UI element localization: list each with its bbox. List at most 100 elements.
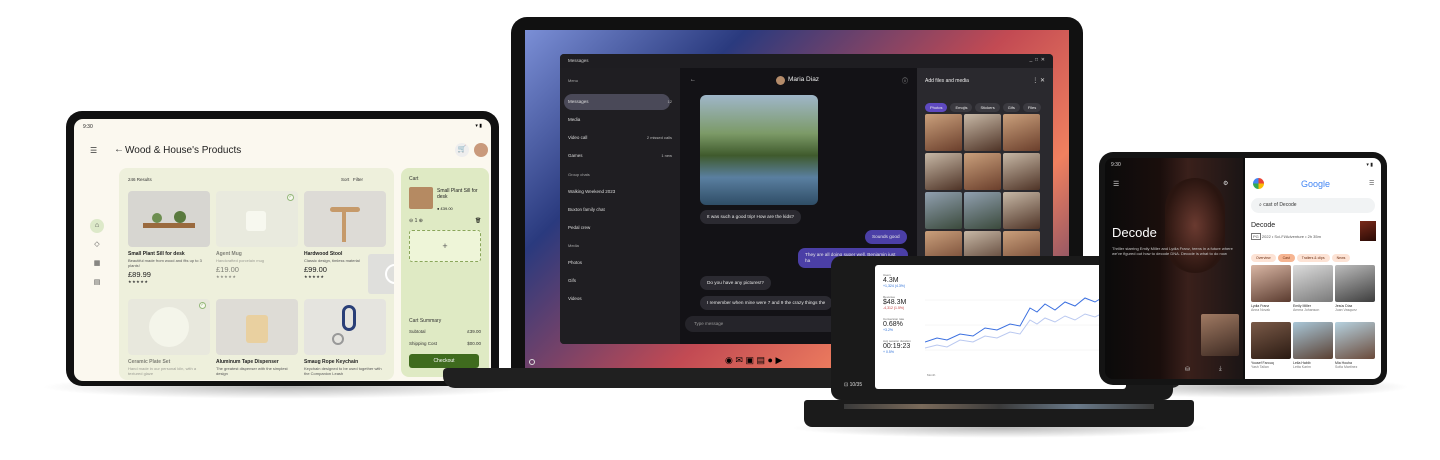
avatar[interactable] [474, 143, 488, 157]
media-item[interactable]: Photos [568, 260, 582, 265]
sort-button[interactable]: Sort [341, 177, 349, 182]
cast-photo[interactable] [1335, 322, 1375, 359]
tab-files[interactable]: Files [1022, 103, 1042, 112]
product-image: ✓ [216, 191, 298, 247]
checkout-button[interactable]: Checkout [409, 354, 479, 368]
tab-photos[interactable]: Photos [925, 103, 948, 112]
cast-photo[interactable] [1293, 322, 1333, 359]
download-icon[interactable]: ⤓ [1219, 366, 1222, 373]
media-item[interactable]: Videos [568, 296, 582, 301]
photo-thumbnail[interactable] [1003, 192, 1040, 229]
nav-video-call[interactable]: Video call [568, 135, 587, 140]
photo-thumbnail[interactable] [964, 114, 1001, 151]
search-panel: ▾ ▮ Google ☰ ⌕ cast of Decode Decode PG … [1245, 158, 1381, 379]
tab-overview[interactable]: Overview [1251, 254, 1276, 262]
photo-thumbnail[interactable] [925, 192, 962, 229]
panel-title: Add files and media [925, 78, 969, 84]
media-item[interactable]: Gifs [568, 278, 576, 283]
photo-thumbnail[interactable] [925, 153, 962, 190]
photo-thumbnail[interactable] [925, 114, 962, 151]
product-desc: Beautiful made from wood and fits up to … [128, 258, 202, 268]
nav-games[interactable]: Games [568, 153, 583, 158]
subtotal-row: Subtotal £39.00 [409, 329, 481, 334]
close-icon[interactable]: ⋮ ✕ [1032, 77, 1045, 84]
messages-icon[interactable]: ● [768, 355, 773, 365]
trash-icon[interactable]: 🗑 [475, 218, 481, 224]
cart-panel: Cart Small Plant Sill for desk ● £39.00 … [401, 168, 489, 377]
product-image [304, 299, 386, 355]
cart-icon[interactable]: 🛒 [455, 143, 469, 157]
result-meta: PG 2022 • Sci-Fi/Adventure • 2h 35m [1251, 233, 1321, 240]
product-card[interactable]: Small Plant Sill for desk Beautiful made… [128, 191, 210, 284]
product-card[interactable]: Aluminum Tape Dispenser The greatest dis… [216, 299, 298, 376]
stat-session: Avg session duration 00:19:23 + 0.5% [883, 339, 911, 354]
nav-media[interactable]: Media [568, 117, 580, 122]
shared-photo[interactable] [700, 95, 818, 205]
group-chat-item[interactable]: Walking Weekend 2023 [568, 189, 615, 194]
photo-thumbnail[interactable] [1003, 153, 1040, 190]
info-icon[interactable]: ⓘ [902, 76, 908, 85]
launcher-icon[interactable] [529, 359, 535, 365]
status-time: 9:30 [1111, 162, 1121, 168]
tab-trailers[interactable]: Trailers & clips [1296, 254, 1330, 262]
quantity-stepper[interactable]: ⊖ 1 ⊕ [409, 218, 423, 224]
product-image [128, 191, 210, 247]
thumbnail[interactable] [1201, 314, 1239, 356]
contact-name: Maria Diaz [788, 76, 820, 83]
sort-filter[interactable]: Sort Filter [341, 177, 363, 182]
back-arrow-icon[interactable]: ← [114, 144, 124, 155]
tablet-left: 9:30 ▾ ▮ ☰ ← Wood & House's Products 🛒 ⌂… [66, 111, 499, 386]
photo-thumbnail[interactable] [1003, 114, 1040, 151]
tune-icon[interactable]: ⚙ [1223, 180, 1228, 187]
product-card[interactable]: Smaug Rope Keychain Keychain designed to… [304, 299, 386, 376]
group-chat-item[interactable]: Pedal crew [568, 225, 590, 230]
product-name: Smaug Rope Keychain [304, 359, 359, 365]
drag-preview[interactable] [368, 254, 394, 294]
cast-name: Yousef Farouq Yash Tailan [1251, 361, 1274, 369]
subtotal-label: Subtotal [409, 329, 426, 334]
tab-news[interactable]: News [1331, 254, 1351, 262]
tab-stickers[interactable]: Stickers [975, 103, 1000, 112]
cart-title: Cart [409, 176, 419, 182]
product-rating: ★★★★★ [128, 279, 149, 284]
window-controls[interactable]: _ □ ✕ [1029, 57, 1045, 63]
window-titlebar: Messages _ □ ✕ [560, 54, 1053, 68]
cast-name: Lydia Franz Anna Novak [1251, 304, 1270, 312]
home-icon[interactable]: ⌂ [90, 219, 104, 233]
filter-button[interactable]: Filter [353, 177, 363, 182]
receipt-icon[interactable]: ▤ [90, 276, 104, 290]
product-name: Small Plant Sill for desk [128, 251, 185, 257]
tab-gifs[interactable]: Gifs [1002, 103, 1020, 112]
menu-icon[interactable]: ☰ [1113, 180, 1119, 188]
photo-thumbnail[interactable] [964, 192, 1001, 229]
apps-icon[interactable]: ☰ [1369, 180, 1374, 187]
product-card[interactable]: ✓ Agent Mug Handcrafted porcelain mug £1… [216, 191, 298, 279]
back-arrow-icon[interactable]: ← [690, 77, 696, 83]
search-input[interactable]: ⌕ cast of Decode [1251, 198, 1375, 213]
analytics-screen: Users 4.3M +1,324 (4.3%) Revenue $48.3M … [875, 265, 1126, 389]
stat-value: $48.3M [883, 299, 907, 306]
bag-icon[interactable]: ⛁ [1185, 366, 1190, 373]
nav-messages[interactable]: Messages [568, 99, 589, 104]
cast-photo[interactable] [1335, 265, 1375, 302]
product-card[interactable]: ✓ Ceramic Plate Set Hand made in our per… [128, 299, 210, 376]
calendar-icon[interactable]: ▦ [90, 257, 104, 271]
series-line [925, 295, 1106, 343]
cast-photo[interactable] [1251, 322, 1291, 359]
tab-emojis[interactable]: Emojis [950, 103, 973, 112]
menu-icon[interactable]: ☰ [90, 146, 97, 155]
tab-cast[interactable]: Cast [1277, 254, 1295, 262]
tag-icon[interactable]: ◇ [90, 238, 104, 252]
meet-icon[interactable]: ▣ [745, 355, 754, 365]
photo-thumbnail[interactable] [964, 153, 1001, 190]
group-chat-item[interactable]: Buxton family chat [568, 207, 605, 212]
files-icon[interactable]: ▤ [756, 355, 765, 365]
cast-photo[interactable] [1251, 265, 1291, 302]
cast-photo[interactable] [1293, 265, 1333, 302]
stat-delta: +1,324 (4.3%) [883, 284, 906, 288]
play-icon[interactable]: ▶ [775, 355, 782, 365]
add-item-drop-zone[interactable]: + [409, 230, 481, 262]
gmail-icon[interactable]: ✉ [735, 355, 743, 365]
line-chart [925, 295, 1110, 351]
chrome-icon[interactable]: ◉ [725, 355, 733, 365]
